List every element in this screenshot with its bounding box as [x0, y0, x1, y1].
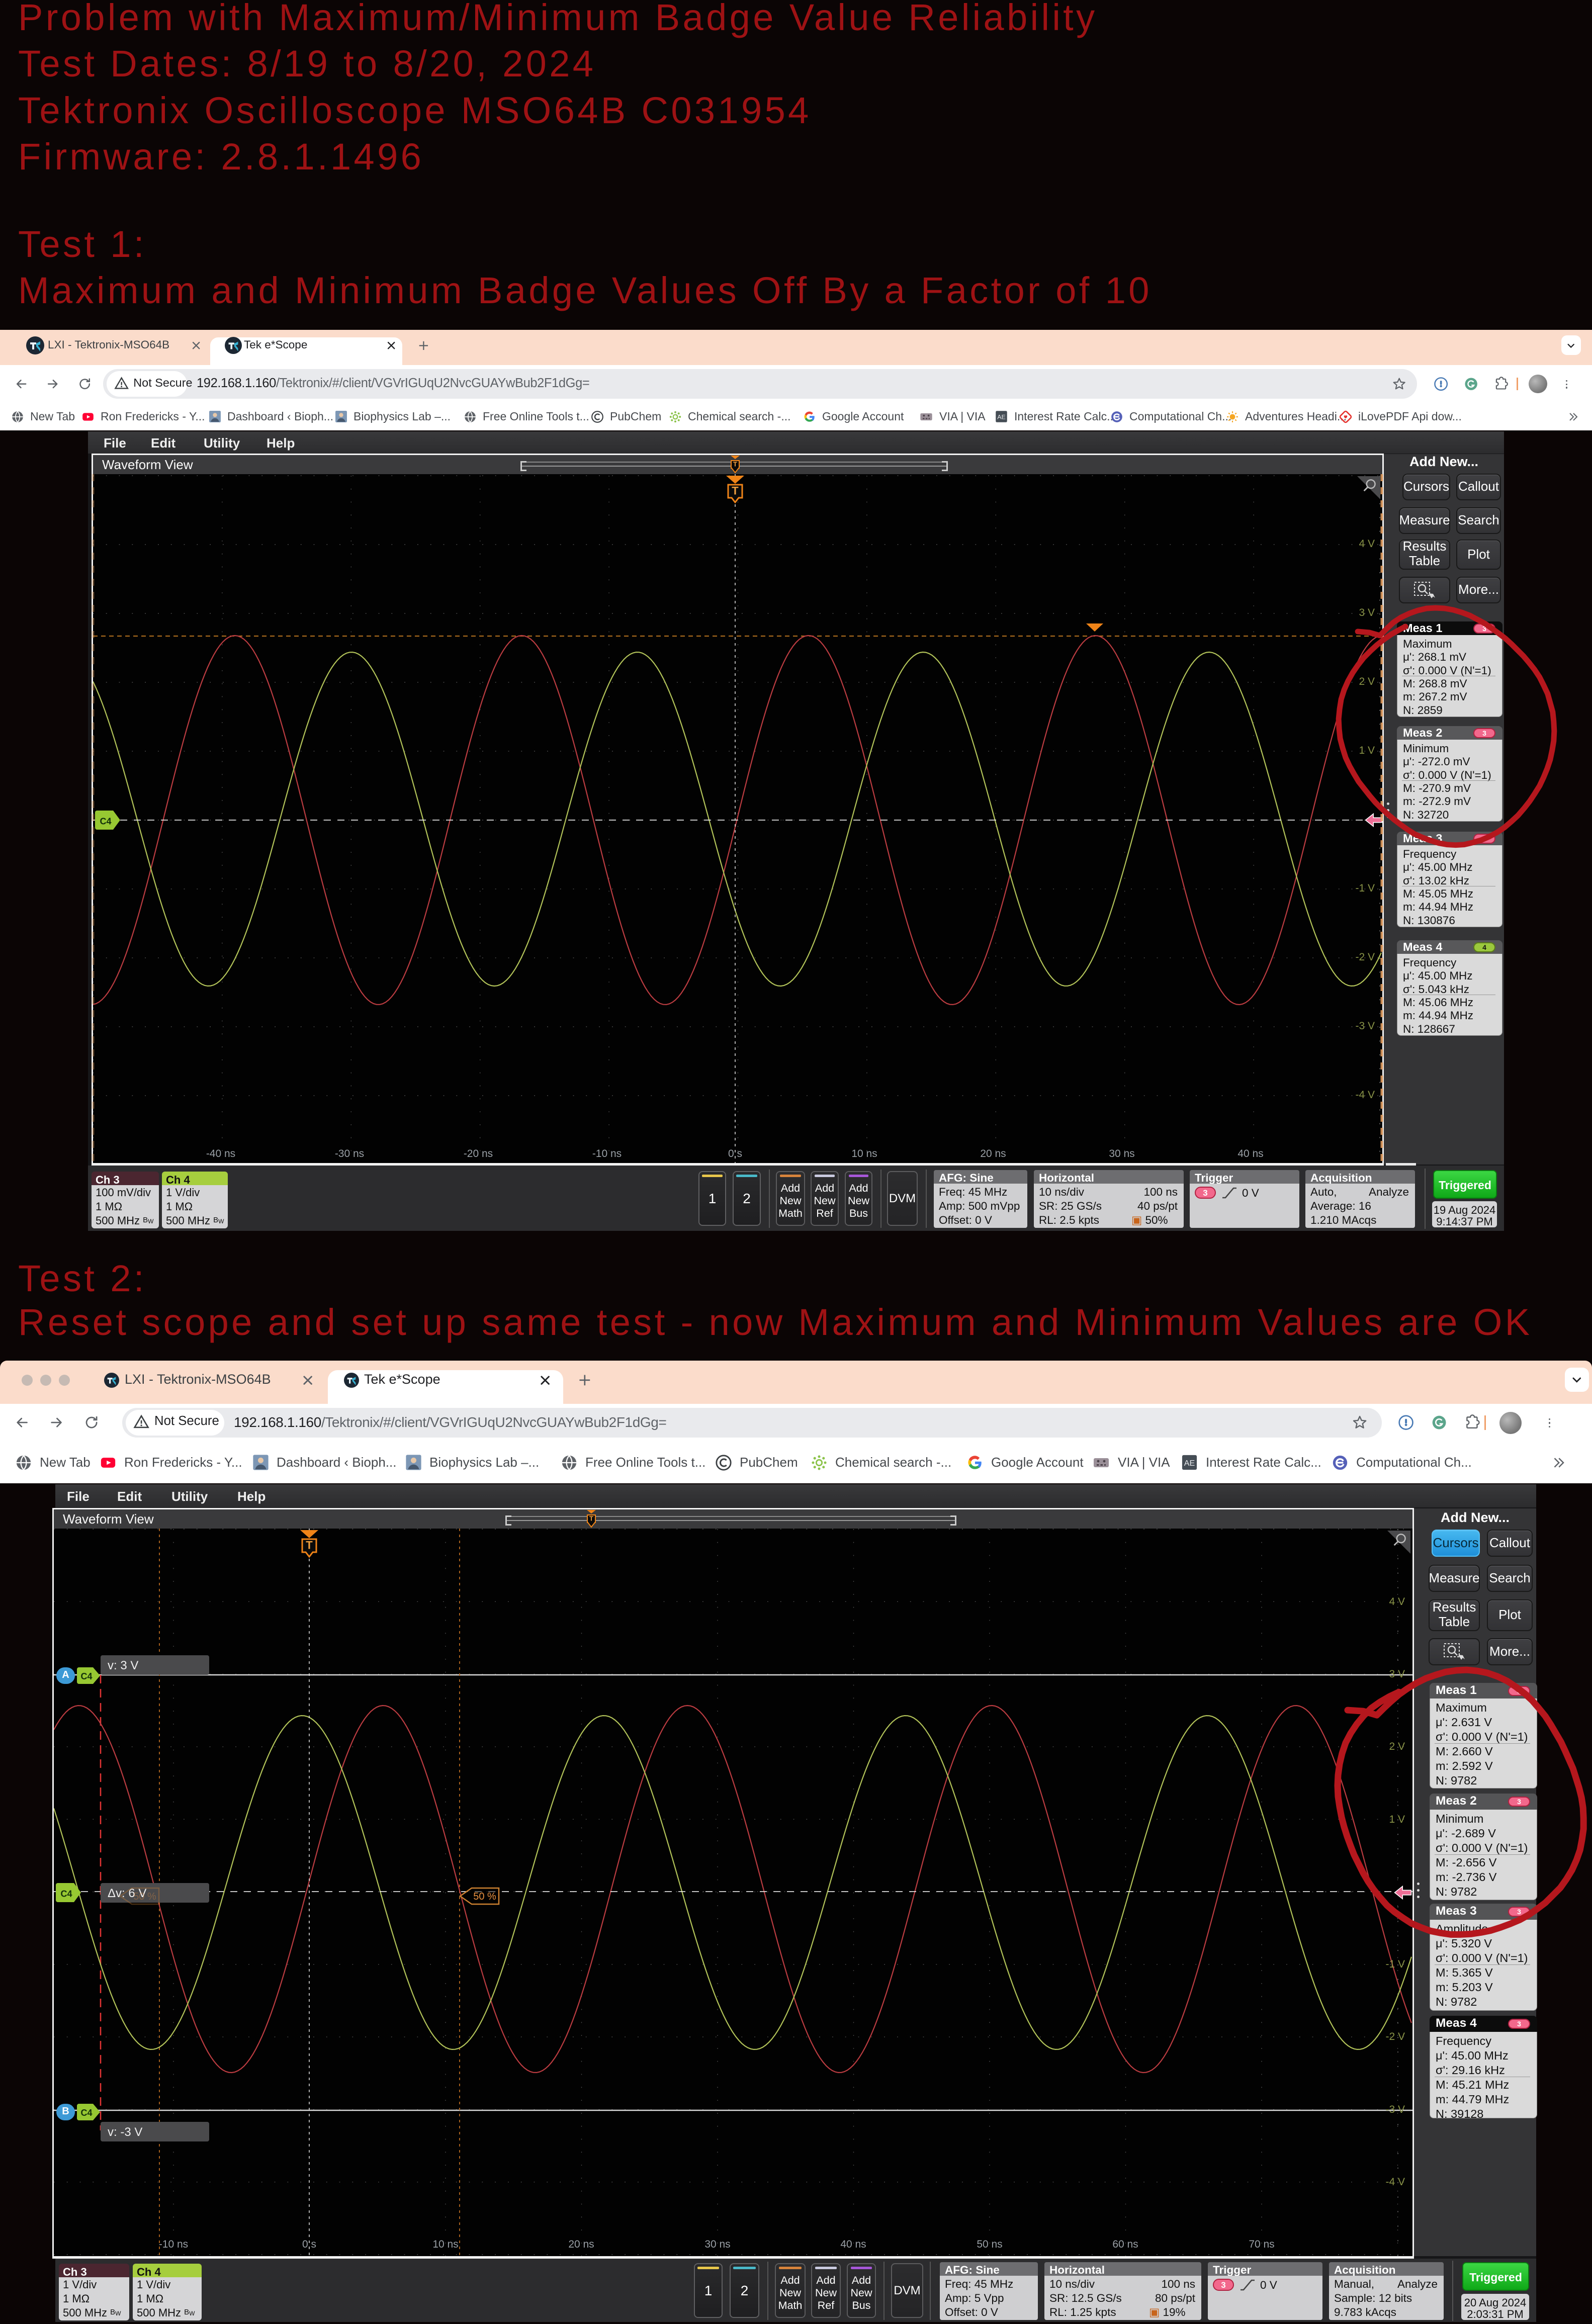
svg-text:50 %: 50 %	[473, 1891, 496, 1902]
svg-text:T: T	[733, 461, 737, 468]
svg-text:C4: C4	[60, 1889, 72, 1899]
svg-text:50 %: 50 %	[133, 1891, 156, 1902]
svg-text:C4: C4	[100, 816, 111, 826]
svg-text:T: T	[732, 485, 739, 497]
svg-text:C4: C4	[80, 2108, 92, 2118]
svg-text:T: T	[306, 1539, 313, 1552]
svg-text:AE: AE	[1184, 1459, 1195, 1468]
svg-text:C4: C4	[80, 1671, 92, 1681]
svg-text:AE: AE	[997, 414, 1006, 421]
svg-text:T: T	[589, 1515, 593, 1523]
